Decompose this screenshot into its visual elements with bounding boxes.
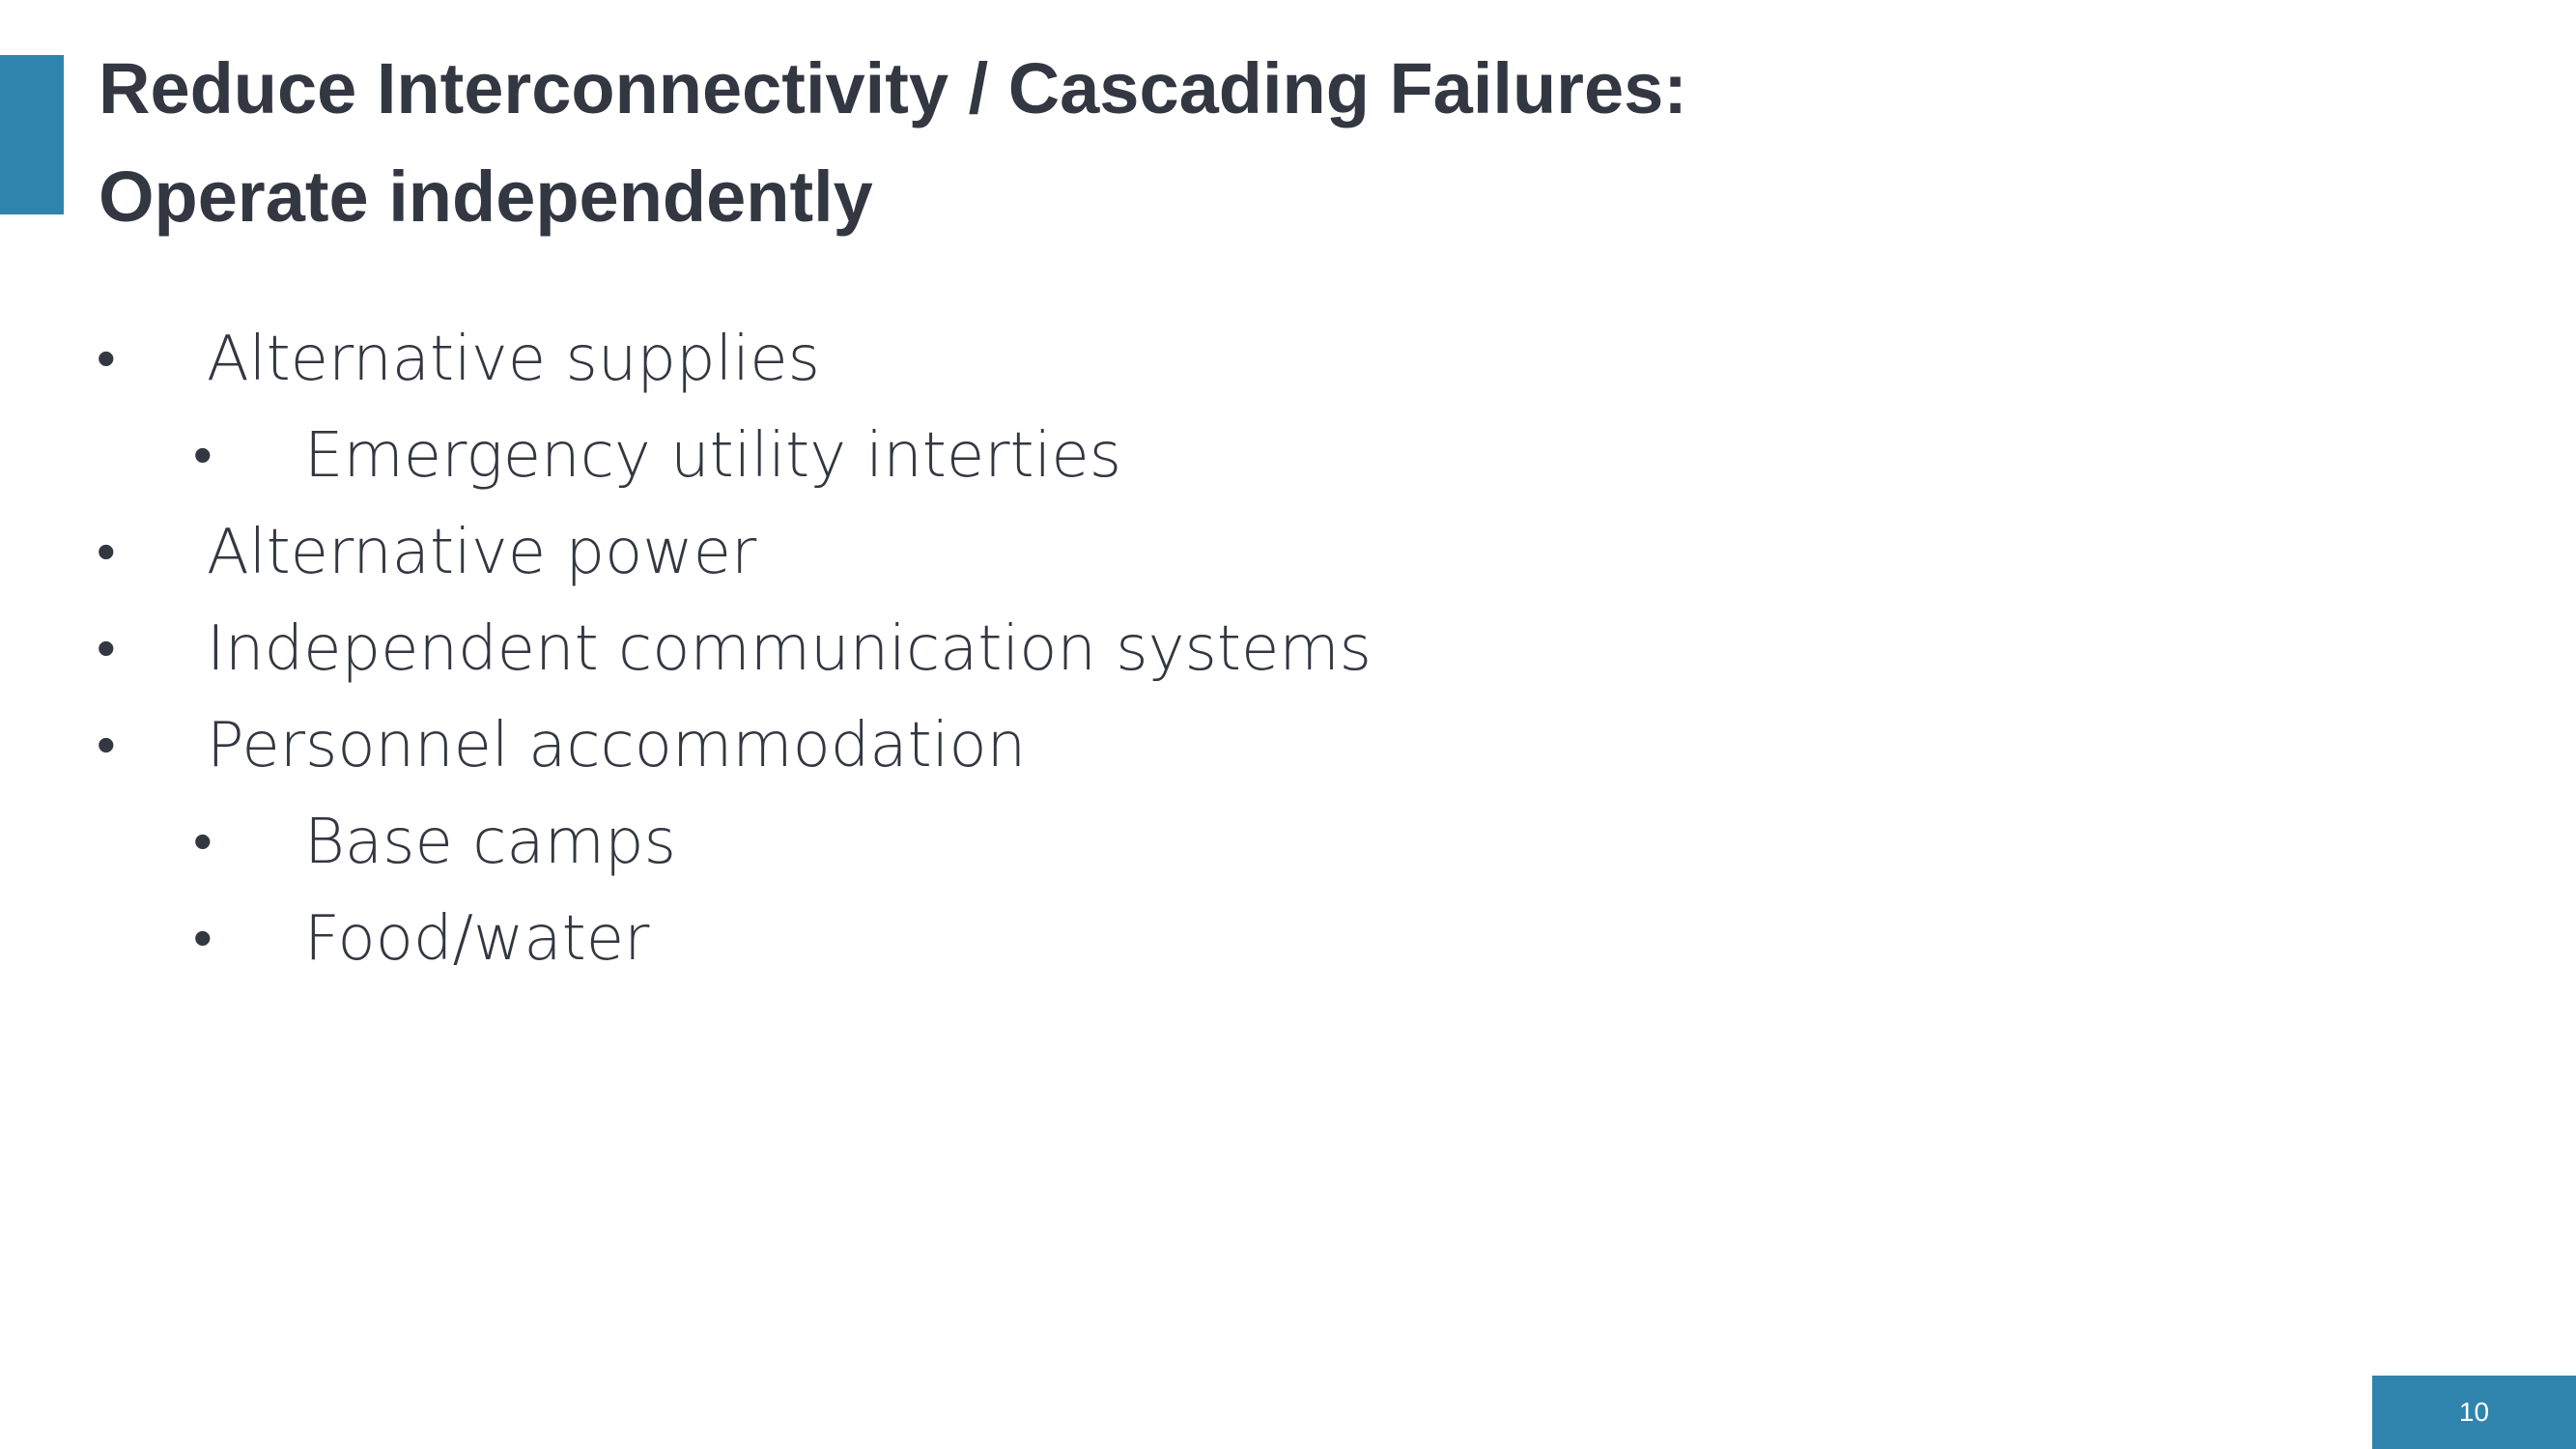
page-number-badge: 10 <box>2372 1376 2576 1449</box>
slide-title: Reduce Interconnectivity / Cascading Fai… <box>99 35 2417 251</box>
bullet-text: Base camps <box>304 807 676 878</box>
bullet-dot-icon: • <box>97 617 116 680</box>
bullet-text: Personnel accommodation <box>207 710 1027 781</box>
bullet-item: • Alternative power <box>0 504 2318 601</box>
bullet-dot-icon: • <box>193 907 212 970</box>
bullet-list: • Alternative supplies • Emergency utili… <box>0 311 2318 987</box>
bullet-text: Emergency utility interties <box>304 420 1122 492</box>
bullet-item: • Independent communication systems <box>0 601 2318 697</box>
bullet-dot-icon: • <box>193 424 212 487</box>
sub-bullet-item: • Emergency utility interties <box>0 408 2318 504</box>
slide-title-line-1: Reduce Interconnectivity / Cascading Fai… <box>99 48 1687 128</box>
slide: Reduce Interconnectivity / Cascading Fai… <box>0 0 2576 1449</box>
bullet-dot-icon: • <box>97 714 116 777</box>
bullet-dot-icon: • <box>97 521 116 583</box>
bullet-text: Alternative power <box>207 517 757 588</box>
sub-bullet-item: • Food/water <box>0 891 2318 987</box>
sub-bullet-item: • Base camps <box>0 794 2318 891</box>
slide-title-line-2: Operate independently <box>99 156 873 237</box>
bullet-text: Independent communication systems <box>207 613 1372 685</box>
bullet-dot-icon: • <box>193 810 212 873</box>
bullet-text: Alternative supplies <box>207 324 820 395</box>
bullet-item: • Personnel accommodation <box>0 697 2318 794</box>
bullet-item: • Alternative supplies <box>0 311 2318 408</box>
bullet-dot-icon: • <box>97 327 116 390</box>
bullet-text: Food/water <box>304 903 650 975</box>
title-accent-bar <box>0 55 64 214</box>
